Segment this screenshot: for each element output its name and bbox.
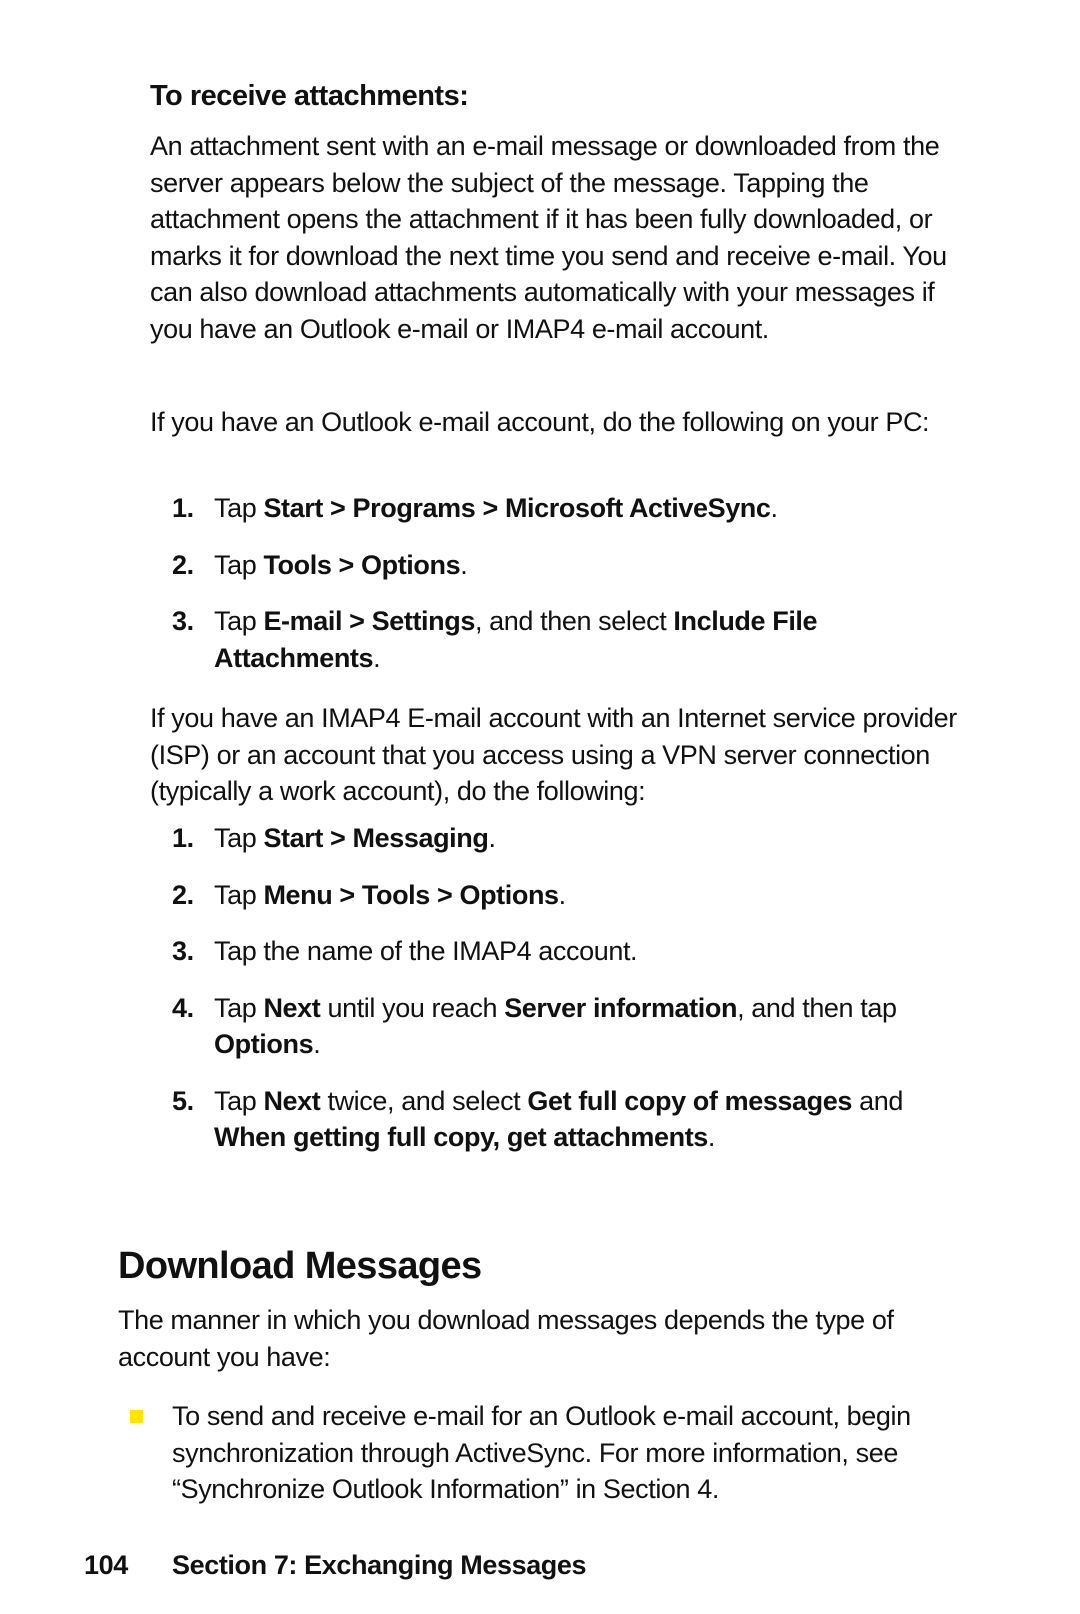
attachments-intro: An attachment sent with an e-mail messag… — [150, 131, 947, 344]
step-item: 1. Tap Start > Messaging. — [150, 820, 980, 857]
step-ui-term: Next — [263, 992, 321, 1023]
step-ui-term: Menu > Tools > Options — [263, 879, 559, 910]
step-item: 1. Tap Start > Programs > Microsoft Activ… — [150, 490, 980, 527]
step-text: . — [488, 823, 496, 853]
step-text: Tap — [214, 606, 264, 636]
step-number: 4. — [172, 992, 194, 1023]
step-text: twice, and select — [320, 1085, 528, 1116]
step-text: Tap — [214, 549, 264, 580]
step-text: Tap — [214, 493, 264, 523]
step-item: 2. Tap Menu > Tools > Options. — [150, 877, 980, 914]
step-text: . — [707, 1122, 716, 1152]
step-text: and — [852, 1085, 903, 1116]
outlook-intro: If you have an Outlook e-mail account, d… — [150, 407, 930, 437]
step-text: . — [770, 493, 779, 523]
step-number: 5. — [172, 1085, 194, 1116]
section-intro: The manner in which you download message… — [118, 1305, 894, 1372]
step-text: . — [373, 642, 381, 673]
step-text: Tap the name of the IMAP4 account. — [214, 936, 638, 966]
step-ui-term: Start > Programs > Microsoft ActiveSync — [263, 493, 771, 523]
step-number: 2. — [172, 549, 194, 580]
step-ui-term: Get full copy of messages — [527, 1085, 852, 1116]
step-item: 3. Tap the name of the IMAP4 account. — [150, 933, 980, 970]
step-text: , and then select — [474, 606, 674, 636]
step-item: 5. Tap Next twice, and select Get full co… — [150, 1083, 980, 1156]
step-number: 3. — [172, 606, 194, 636]
step-text: Tap — [214, 992, 264, 1023]
step-number: 2. — [172, 879, 194, 910]
step-ui-term: Start > Messaging — [263, 823, 489, 853]
step-text: Tap — [214, 823, 264, 853]
step-ui-term: Next — [263, 1085, 321, 1116]
step-text: Tap — [214, 879, 264, 910]
step-item: 2. Tap Tools > Options. — [150, 547, 980, 584]
step-text: . — [313, 1029, 321, 1059]
step-ui-term: Options — [214, 1029, 314, 1059]
imap-intro: If you have an IMAP4 E-mail account with… — [150, 703, 957, 806]
bullet-square-icon — [130, 1410, 143, 1423]
step-ui-term: When getting full copy, get attachments — [214, 1122, 708, 1152]
step-text: Tap — [214, 1085, 264, 1116]
outlook-steps-list: 1. Tap Start > Programs > Microsoft Activ… — [150, 490, 980, 696]
step-number: 3. — [172, 936, 194, 966]
step-ui-term: Server information — [504, 992, 738, 1023]
step-ui-term: E-mail > Settings — [263, 606, 475, 636]
step-item: 4. Tap Next until you reach Server inform… — [150, 990, 980, 1063]
manual-page: To receive attachments: An attachment se… — [0, 0, 1080, 1614]
subsection-heading: To receive attachments: — [150, 80, 469, 112]
step-number: 1. — [172, 493, 194, 523]
step-text: . — [460, 549, 468, 580]
step-text: . — [558, 879, 567, 910]
step-number: 1. — [172, 823, 194, 853]
page-number: 104 — [84, 1550, 128, 1580]
footer-section-label: Section 7: Exchanging Messages — [172, 1550, 587, 1580]
step-item: 3. Tap E-mail > Settings, and then select… — [150, 603, 980, 676]
bullet-text: To send and receive e-mail for an Outloo… — [172, 1401, 911, 1504]
imap-steps-list: 1. Tap Start > Messaging. 2. Tap Menu > Too… — [150, 820, 980, 1176]
step-text: until you reach — [320, 992, 505, 1023]
step-text: , and then tap — [737, 992, 897, 1023]
section-title: Download Messages — [118, 1245, 482, 1287]
step-ui-term: Tools > Options — [263, 549, 461, 580]
